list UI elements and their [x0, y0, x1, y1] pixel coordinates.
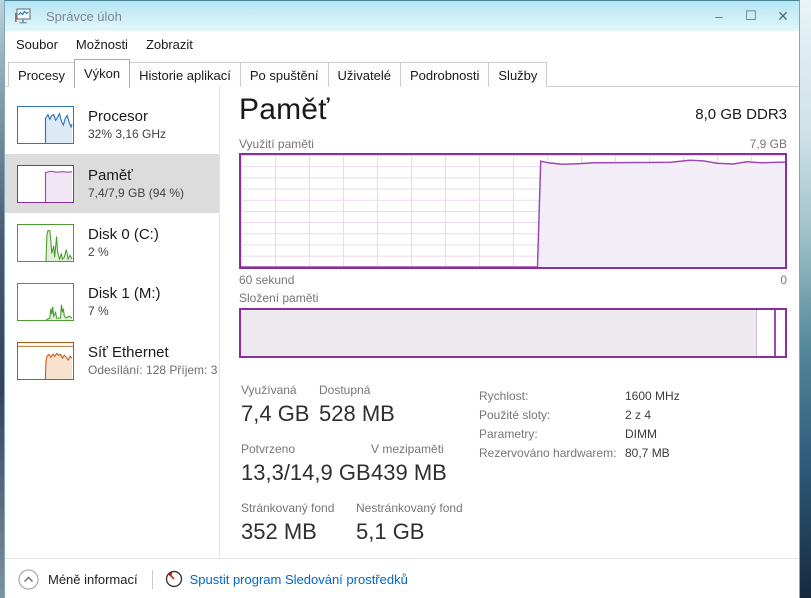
usage-chart-label: Využití paměti — [239, 137, 314, 151]
stat-used-label: Využívaná — [241, 383, 319, 398]
memory-composition-bar — [239, 308, 787, 358]
stat-committed-value: 13,3/14,9 GB — [241, 459, 371, 487]
memory-usage-area — [241, 160, 785, 267]
performance-content: Procesor 32% 3,16 GHz Paměť 7,4/7,9 GB (… — [5, 87, 799, 558]
stat-paged-pool-value: 352 MB — [241, 518, 356, 546]
less-info-button[interactable]: Méně informací — [18, 569, 138, 590]
title-bar: Správce úloh – ☐ ✕ — [5, 1, 799, 31]
stat-nonpaged-pool-label: Nestránkovaný fond — [356, 501, 463, 516]
menu-bar: Soubor Možnosti Zobrazit — [5, 31, 799, 57]
resource-monitor-label: Spustit program Sledování prostředků — [190, 572, 408, 587]
detail-hwreserved-value: 80,7 MB — [625, 444, 670, 463]
stat-paged-pool-label: Stránkovaný fond — [241, 501, 356, 516]
tab-uzivatele[interactable]: Uživatelé — [328, 62, 401, 87]
memory-stats: Využívaná 7,4 GB Dostupná 528 MB Potvrze… — [241, 383, 463, 560]
disk1-mini-chart-icon — [17, 283, 74, 321]
task-manager-icon — [14, 7, 32, 25]
memory-usage-chart — [239, 153, 787, 269]
sidebar-disk0-subtitle: 2 % — [88, 244, 159, 260]
performance-sidebar: Procesor 32% 3,16 GHz Paměť 7,4/7,9 GB (… — [5, 95, 219, 390]
detail-speed-value: 1600 MHz — [625, 387, 680, 406]
footer-bar: Méně informací Spustit program Sledování… — [5, 558, 799, 598]
disk0-mini-chart-icon — [17, 224, 74, 262]
minimize-button[interactable]: – — [703, 1, 735, 31]
resource-monitor-icon — [165, 570, 183, 588]
ethernet-mini-chart-icon — [17, 342, 74, 380]
detail-hwreserved-label: Rezervováno hardwarem: — [479, 444, 625, 463]
sidebar-cpu-title: Procesor — [88, 107, 166, 126]
detail-speed-label: Rychlost: — [479, 387, 625, 406]
sidebar-ethernet-subtitle: Odesílání: 128 Příjem: 3 — [88, 362, 217, 378]
desktop-background-right — [800, 0, 811, 598]
sidebar-disk0-title: Disk 0 (C:) — [88, 225, 159, 244]
composition-label: Složení paměti — [239, 291, 318, 305]
menu-soubor[interactable]: Soubor — [7, 37, 67, 52]
resource-monitor-link[interactable]: Spustit program Sledování prostředků — [165, 570, 408, 588]
sidebar-item-disk1[interactable]: Disk 1 (M:) 7 % — [5, 272, 219, 331]
maximize-button[interactable]: ☐ — [735, 1, 767, 31]
memory-mini-chart-icon — [17, 165, 74, 203]
sidebar-memory-subtitle: 7,4/7,9 GB (94 %) — [88, 185, 184, 201]
x-axis-right-label: 0 — [780, 273, 787, 287]
stat-used-value: 7,4 GB — [241, 400, 319, 428]
sidebar-cpu-subtitle: 32% 3,16 GHz — [88, 126, 166, 142]
tab-vykon[interactable]: Výkon — [74, 59, 130, 88]
menu-zobrazit[interactable]: Zobrazit — [137, 37, 202, 52]
x-axis-left-label: 60 sekund — [239, 273, 294, 287]
close-button[interactable]: ✕ — [767, 1, 799, 31]
sidebar-disk1-subtitle: 7 % — [88, 303, 161, 319]
stat-available-label: Dostupná — [319, 383, 395, 398]
detail-slots-value: 2 z 4 — [625, 406, 651, 425]
sidebar-item-memory[interactable]: Paměť 7,4/7,9 GB (94 %) — [5, 154, 219, 213]
memory-total: 8,0 GB DDR3 — [695, 106, 787, 123]
stat-cached-value: 439 MB — [371, 459, 447, 487]
stat-committed-label: Potvrzeno — [241, 442, 371, 457]
chevron-up-circle-icon — [18, 569, 39, 590]
less-info-label: Méně informací — [48, 572, 138, 587]
usage-chart-max: 7,9 GB — [750, 137, 787, 151]
stat-nonpaged-pool-value: 5,1 GB — [356, 518, 463, 546]
task-manager-window: Správce úloh – ☐ ✕ Soubor Možnosti Zobra… — [4, 0, 800, 598]
sidebar-ethernet-title: Síť Ethernet — [88, 343, 217, 362]
stat-cached-label: V mezipaměti — [371, 442, 447, 457]
composition-segment-free — [776, 310, 785, 356]
tab-strip: Procesy Výkon Historie aplikací Po spušt… — [5, 57, 799, 87]
sidebar-memory-title: Paměť — [88, 166, 184, 185]
footer-divider — [152, 570, 153, 589]
page-title: Paměť — [239, 93, 330, 127]
tab-po-spusteni[interactable]: Po spuštění — [240, 62, 329, 87]
stat-available-value: 528 MB — [319, 400, 395, 428]
sidebar-divider — [219, 87, 220, 558]
detail-formfactor-label: Parametry: — [479, 425, 625, 444]
tab-sluzby[interactable]: Služby — [488, 62, 547, 87]
tab-procesy[interactable]: Procesy — [8, 62, 75, 87]
tab-podrobnosti[interactable]: Podrobnosti — [400, 62, 489, 87]
detail-slots-label: Použité sloty: — [479, 406, 625, 425]
cpu-mini-chart-icon — [17, 106, 74, 144]
composition-segment-standby — [757, 310, 774, 356]
sidebar-item-ethernet[interactable]: Síť Ethernet Odesílání: 128 Příjem: 3 — [5, 331, 219, 390]
memory-details: Rychlost: 1600 MHz Použité sloty: 2 z 4 … — [479, 387, 680, 463]
window-title: Správce úloh — [46, 9, 122, 24]
sidebar-item-cpu[interactable]: Procesor 32% 3,16 GHz — [5, 95, 219, 154]
composition-segment-in-use — [241, 310, 757, 356]
detail-formfactor-value: DIMM — [625, 425, 657, 444]
tab-historie-aplikaci[interactable]: Historie aplikací — [129, 62, 241, 87]
menu-moznosti[interactable]: Možnosti — [67, 37, 137, 52]
memory-panel: Paměť 8,0 GB DDR3 Využití paměti 7,9 GB … — [239, 87, 787, 558]
sidebar-item-disk0[interactable]: Disk 0 (C:) 2 % — [5, 213, 219, 272]
sidebar-disk1-title: Disk 1 (M:) — [88, 284, 161, 303]
